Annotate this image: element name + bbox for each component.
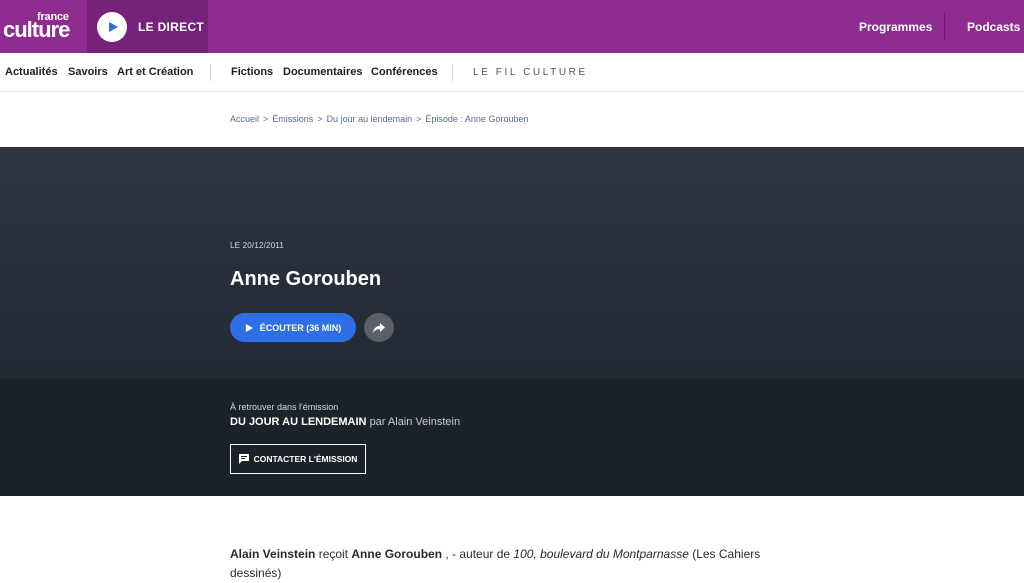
breadcrumb-sep: > [416,114,422,124]
play-icon [245,323,253,332]
episode-description: Alain Veinstein reçoit Anne Gorouben , -… [230,545,790,583]
episode-title: Anne Gorouben [230,268,382,290]
breadcrumb-sep: > [263,114,269,124]
contact-label: CONTACTER L'ÉMISSION [253,454,358,464]
contact-emission-button[interactable]: CONTACTER L'ÉMISSION [230,444,366,474]
breadcrumb: Accueil > Émissions > Du jour au lendemain > É… [230,114,528,124]
desc-verb: reçoit [315,547,352,561]
logo-line2: culture [3,17,70,42]
breadcrumb-emission[interactable]: Du jour au lendemain [327,114,413,124]
breadcrumb-episode: Épisode : Anne Gorouben [425,114,529,124]
emission-info: DU JOUR AU LENDEMAIN par Alain Veinstein [230,416,460,428]
subnav-item-fictions[interactable]: Fictions [231,66,273,78]
breadcrumb-sep: > [317,114,323,124]
host-name[interactable]: Alain Veinstein [230,547,315,561]
live-label: LE DIRECT [138,19,205,34]
nav-podcasts[interactable]: Podcasts [967,0,1020,53]
subnav-item-art-et-creation[interactable]: Art et Création [117,66,193,78]
subnav-divider [452,64,453,81]
subnav-item-savoirs[interactable]: Savoirs [68,66,108,78]
share-icon [373,322,385,333]
subnav-item-documentaires[interactable]: Documentaires [283,66,362,78]
episode-date: LE 20/12/2011 [230,241,285,250]
message-icon [238,454,249,464]
subnav-item-conferences[interactable]: Conférences [371,66,438,78]
play-icon [97,11,127,42]
book-title: 100, boulevard du Montparnasse [513,547,689,561]
emission-intro: À retrouver dans l'émission [230,402,339,412]
emission-name[interactable]: DU JOUR AU LENDEMAIN [230,416,367,428]
breadcrumb-accueil[interactable]: Accueil [230,114,259,124]
share-button[interactable] [364,313,394,342]
guest-name[interactable]: Anne Gorouben [351,547,442,561]
subnav-divider [210,64,211,81]
emission-band: À retrouver dans l'émission DU JOUR AU L… [0,378,1024,496]
secondary-nav: Actualités Savoirs Art et Création Ficti… [0,53,1024,92]
subnav-item-actualites[interactable]: Actualités [5,66,58,78]
episode-hero: LE 20/12/2011 Anne Gorouben ÉCOUTER (36 … [0,147,1024,378]
nav-programmes[interactable]: Programmes [859,0,932,53]
emission-host: par Alain Veinstein [369,416,461,428]
top-bar: france culture LE DIRECT Programmes Podc… [0,0,1024,53]
listen-button[interactable]: ÉCOUTER (36 MIN) [230,313,356,342]
breadcrumb-emissions[interactable]: Émissions [272,114,313,124]
desc-mid: , - auteur de [442,547,514,561]
subnav-fil-culture[interactable]: LE FIL CULTURE [473,67,588,78]
live-button[interactable]: LE DIRECT [87,0,208,53]
nav-divider [944,12,945,40]
listen-label: ÉCOUTER (36 MIN) [259,322,342,333]
